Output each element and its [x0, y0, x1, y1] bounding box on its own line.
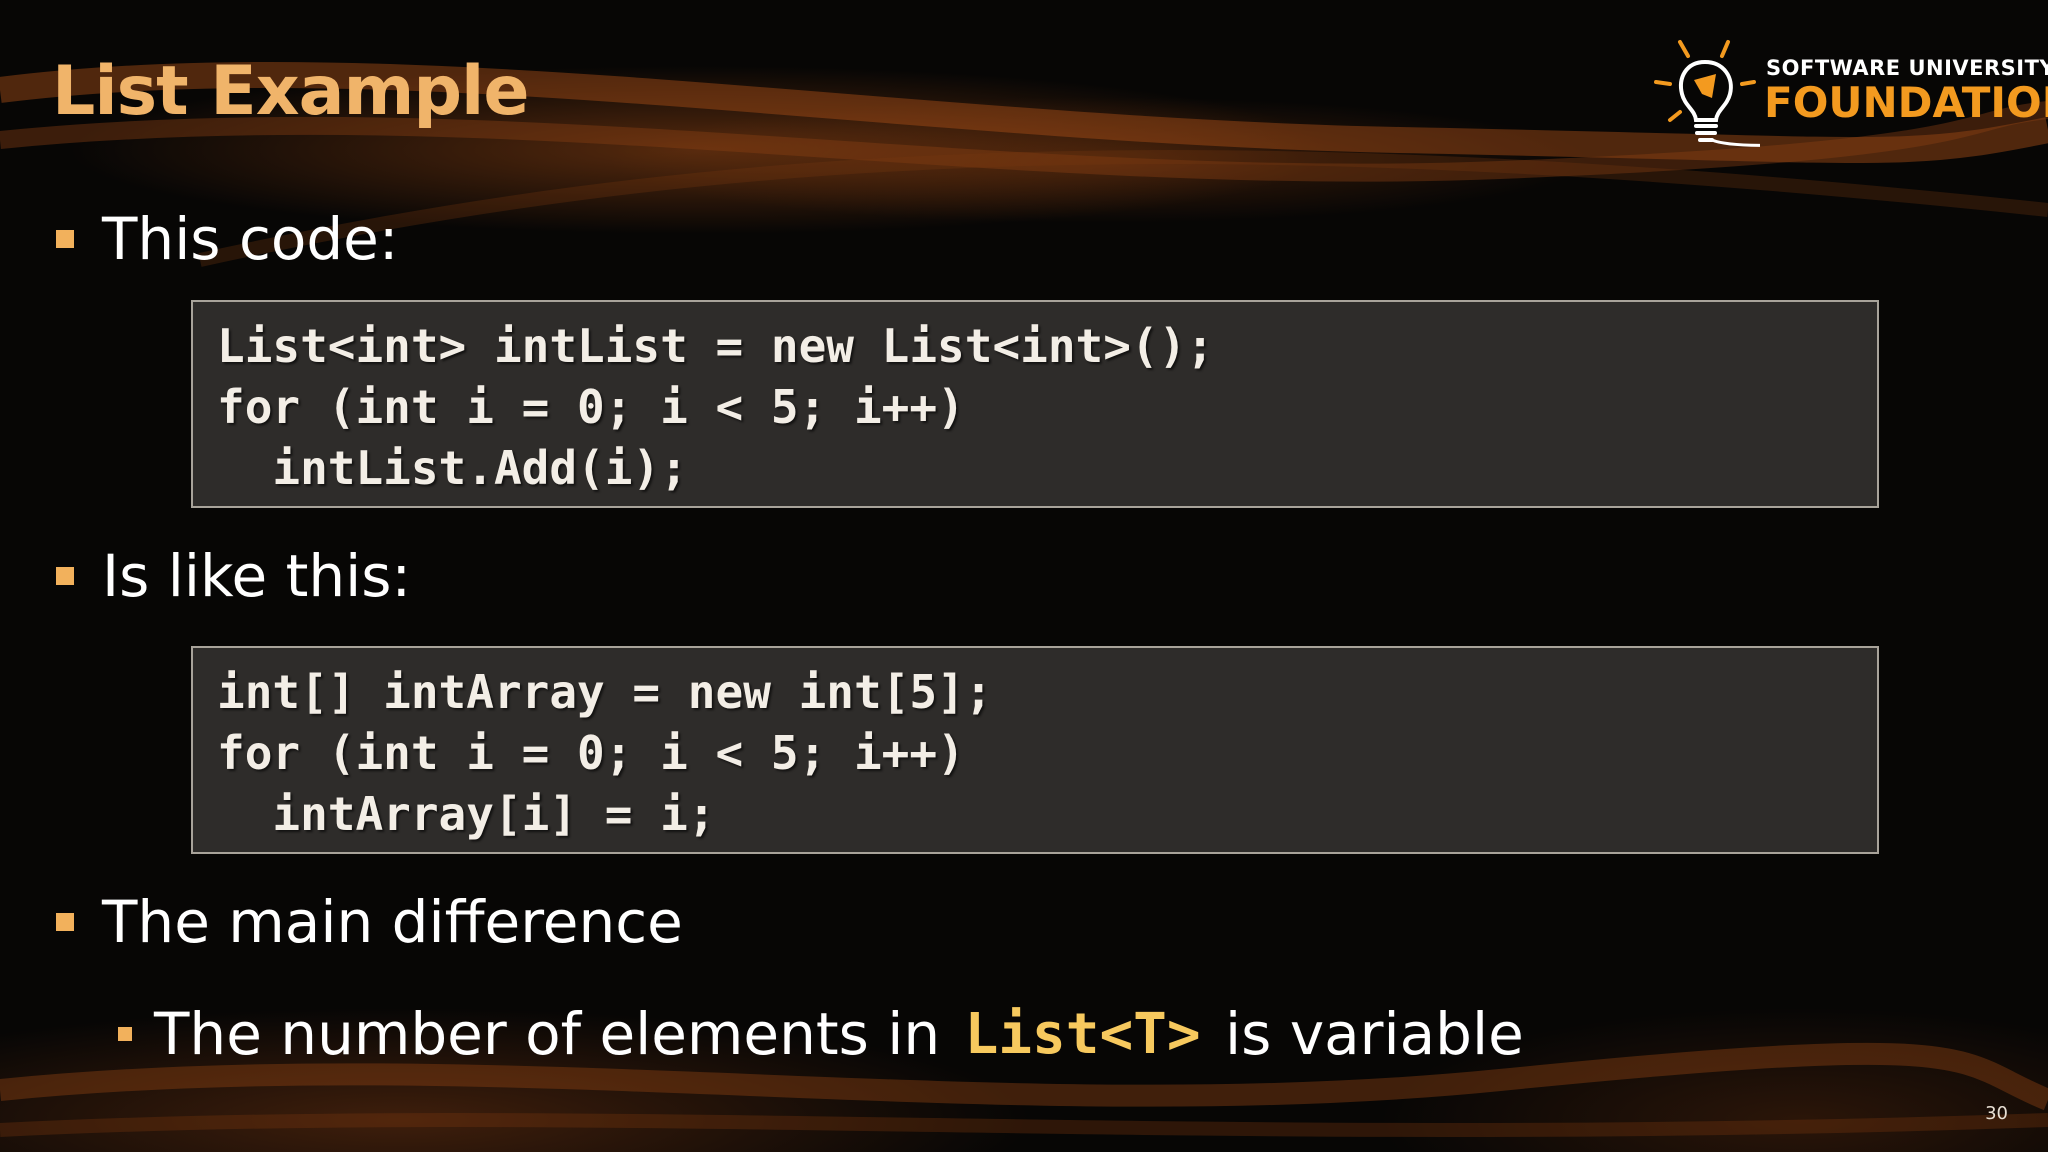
slide-title: List Example — [52, 52, 529, 131]
bullet-square-icon — [56, 567, 74, 585]
bullet-text: The main difference — [102, 888, 683, 956]
software-university-logo: SOFTWARE UNIVERSITY FOUNDATION — [1650, 36, 2048, 156]
bullet-is-like-this: Is like this: — [56, 542, 411, 610]
code-line: List<int> intList = new List<int>(); — [217, 319, 1214, 373]
bullet-square-icon — [56, 913, 74, 931]
bullet-this-code: This code: — [56, 205, 398, 273]
sub-bullet-variable-size: The number of elements in List<T> is var… — [118, 1000, 1524, 1068]
bullet-square-icon — [56, 230, 74, 248]
code-line: intList.Add(i); — [217, 441, 688, 495]
logo-text-bottom: FOUNDATION — [1764, 78, 2048, 127]
code-line: int[] intArray = new int[5]; — [217, 665, 993, 719]
code-block-array: int[] intArray = new int[5]; for (int i … — [191, 646, 1879, 854]
bullet-main-difference: The main difference — [56, 888, 683, 956]
code-line: for (int i = 0; i < 5; i++) — [217, 380, 965, 434]
bullet-text: Is like this: — [102, 542, 412, 610]
slide-number: 30 — [1985, 1103, 2008, 1124]
sub-bullet-text-after: is variable — [1206, 1000, 1524, 1068]
lightbulb-icon — [1654, 40, 1760, 147]
slide: List Example SOFTWARE UNIVERSITY FOUNDAT… — [0, 0, 2048, 1152]
logo-text-top: SOFTWARE UNIVERSITY — [1766, 56, 2048, 80]
sub-bullet-text-before: The number of elements in — [154, 1000, 959, 1068]
code-line: for (int i = 0; i < 5; i++) — [217, 726, 965, 780]
code-block-list: List<int> intList = new List<int>(); for… — [191, 300, 1879, 508]
inline-code-list-t: List<T> — [964, 1001, 1201, 1067]
bullet-text: This code: — [102, 205, 399, 273]
sub-bullet-square-icon — [118, 1027, 132, 1041]
code-line: intArray[i] = i; — [217, 787, 716, 841]
